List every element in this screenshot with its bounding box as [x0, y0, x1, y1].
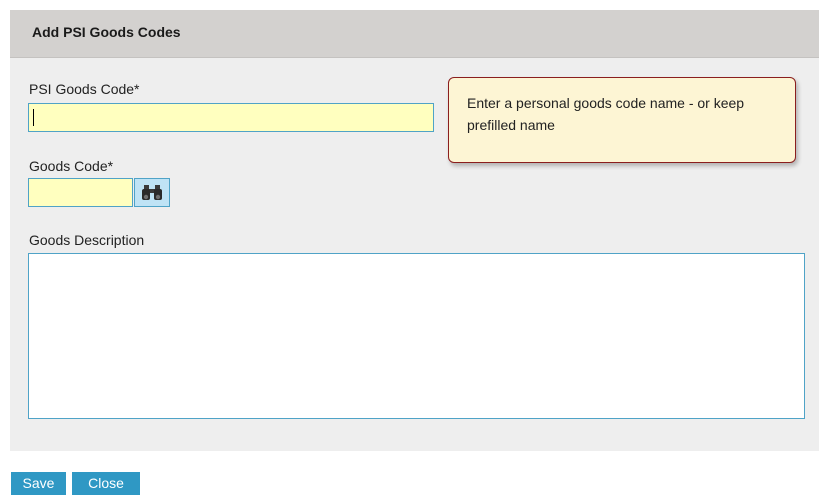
goods-description-label: Goods Description — [29, 232, 145, 248]
psi-goods-code-label: PSI Goods Code* — [29, 81, 140, 97]
text-caret — [33, 109, 34, 126]
save-button[interactable]: Save — [11, 472, 66, 495]
goods-description-textarea[interactable] — [28, 253, 805, 419]
goods-code-input[interactable] — [28, 178, 133, 207]
close-button[interactable]: Close — [72, 472, 140, 495]
psi-goods-code-input[interactable] — [28, 103, 434, 132]
help-tooltip: Enter a personal goods code name - or ke… — [448, 77, 796, 163]
binoculars-icon — [142, 184, 162, 200]
goods-code-lookup-button[interactable] — [134, 178, 170, 207]
panel-header: Add PSI Goods Codes — [10, 10, 819, 58]
panel-title: Add PSI Goods Codes — [32, 24, 181, 40]
goods-code-label: Goods Code* — [29, 158, 114, 174]
tooltip-text: Enter a personal goods code name - or ke… — [467, 95, 745, 133]
